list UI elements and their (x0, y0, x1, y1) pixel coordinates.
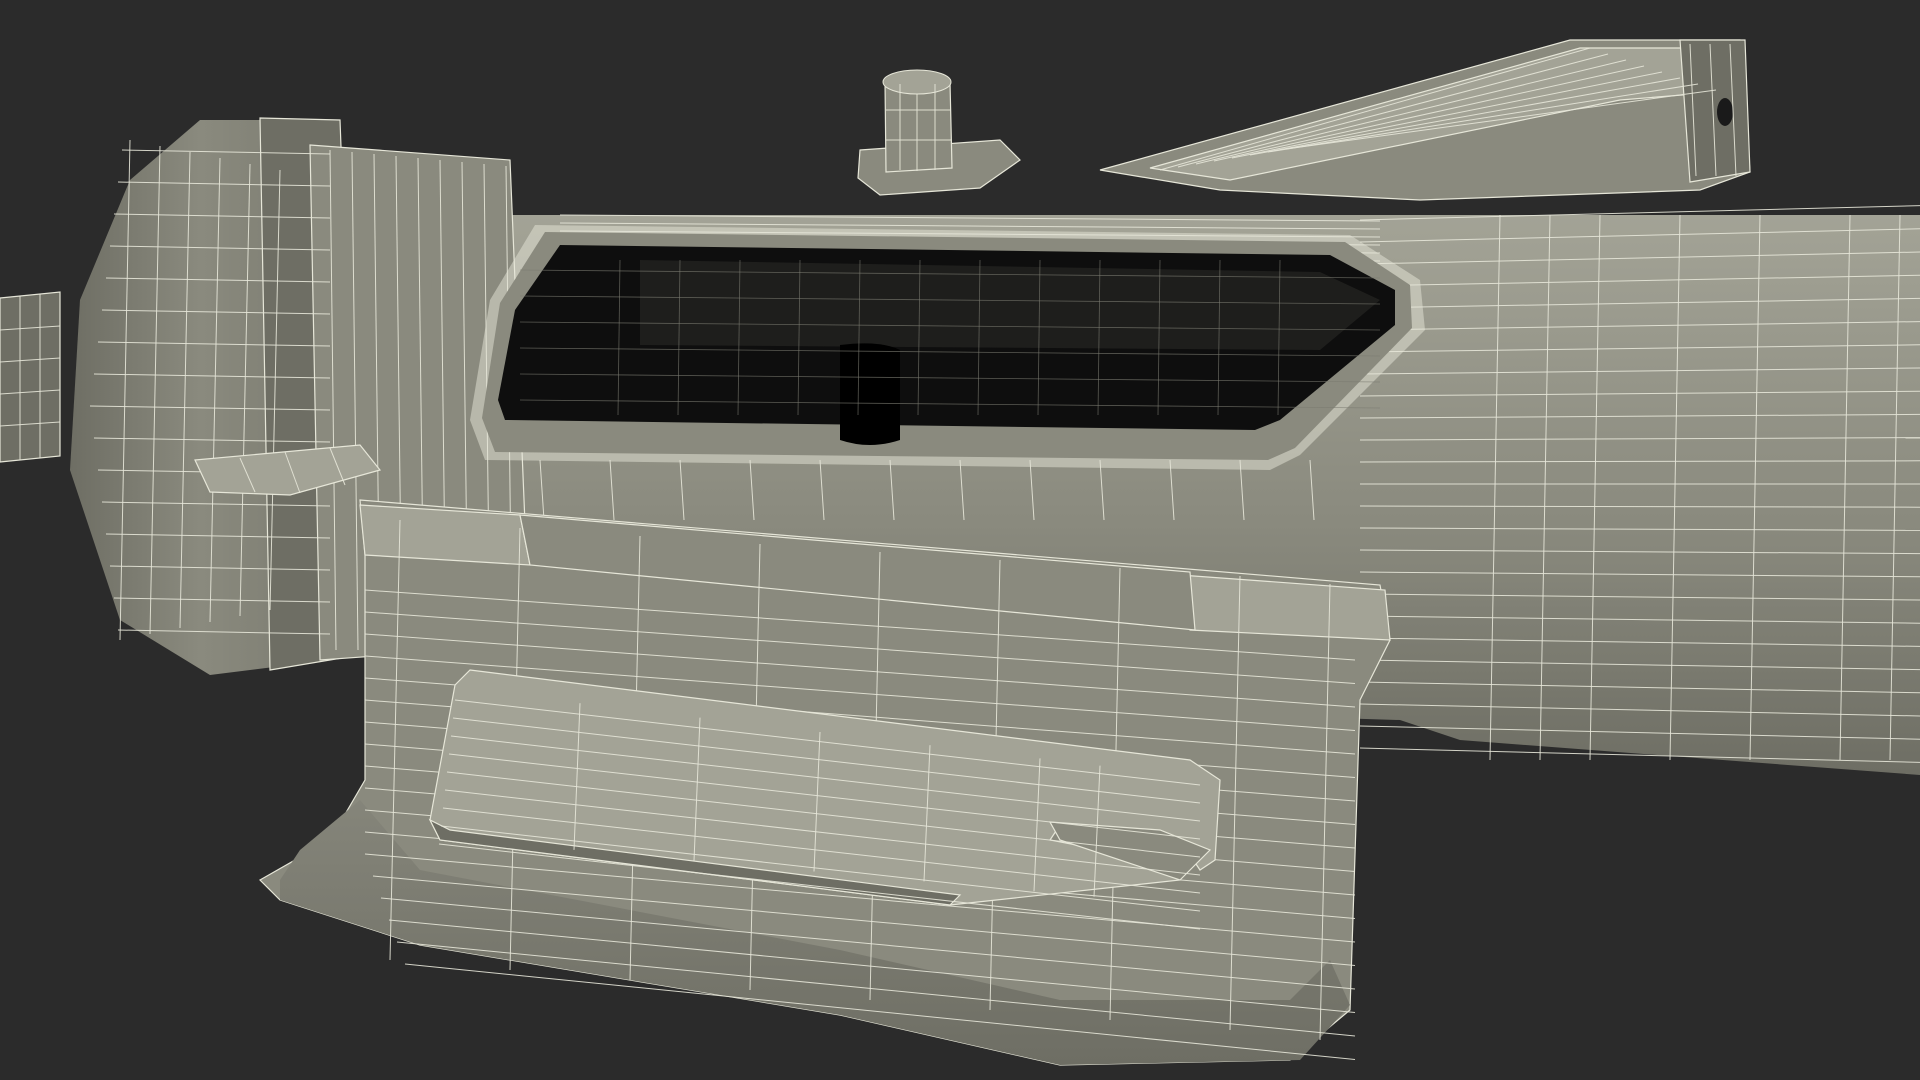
cavity-window (470, 225, 1425, 470)
wireframe-render (0, 39, 1920, 1066)
carry-handle (1099, 39, 1751, 201)
rear-rod (0, 291, 61, 463)
render-viewport (0, 0, 1920, 1080)
top-post (857, 69, 1021, 196)
